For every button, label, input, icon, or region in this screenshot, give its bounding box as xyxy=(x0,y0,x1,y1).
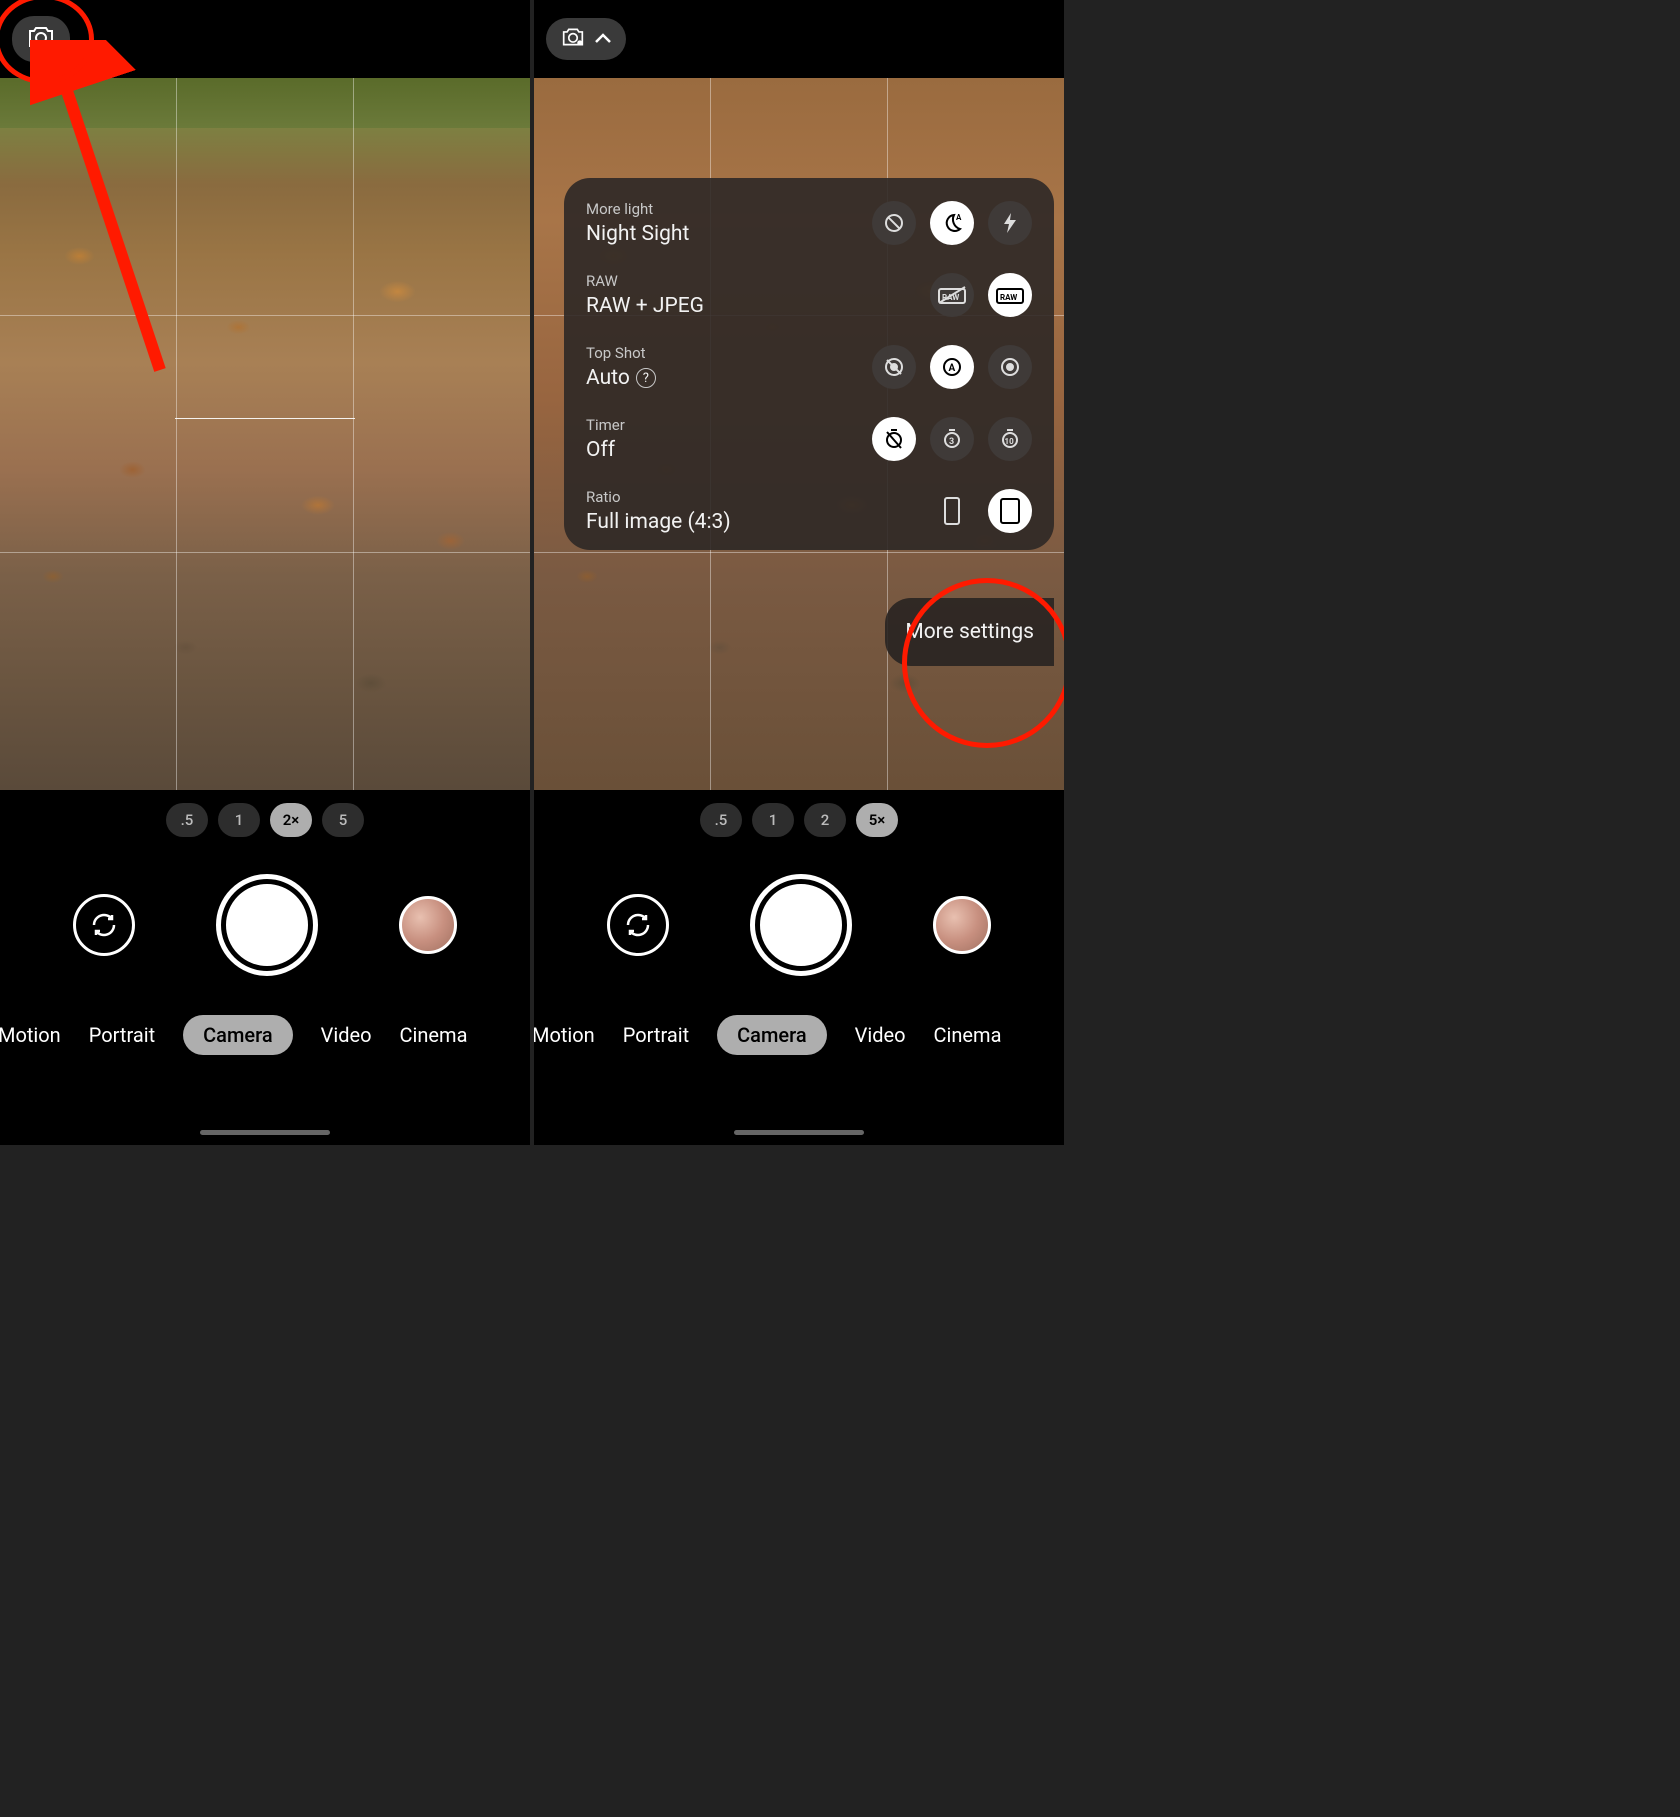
topshot-off-icon xyxy=(883,356,905,378)
zoom-chip-0-5x[interactable]: .5 xyxy=(166,803,208,837)
top-bar xyxy=(0,0,530,78)
zoom-chip-1x[interactable]: 1 xyxy=(218,803,260,837)
shutter-button[interactable] xyxy=(755,879,847,971)
phone-screenshot-left: .5 1 2× 5 Motion Portrait Camera Video C… xyxy=(0,0,530,1145)
camera-settings-button[interactable] xyxy=(12,16,70,62)
mode-video[interactable]: Video xyxy=(855,1023,906,1047)
mode-selector[interactable]: Motion Portrait Camera Video Cinema xyxy=(534,1000,1064,1070)
ratio-full[interactable] xyxy=(988,489,1032,533)
topshot-off[interactable] xyxy=(872,345,916,389)
flip-icon xyxy=(88,909,120,941)
prohibit-icon xyxy=(883,212,905,234)
chevron-up-icon xyxy=(594,30,612,49)
shutter-controls xyxy=(0,850,530,1000)
setting-value: Off xyxy=(586,438,872,462)
zoom-chip-1x[interactable]: 1 xyxy=(752,803,794,837)
raw-off[interactable]: RAW xyxy=(930,273,974,317)
mode-video[interactable]: Video xyxy=(321,1023,372,1047)
top-bar xyxy=(534,0,1064,78)
setting-title: More light xyxy=(586,200,872,218)
zoom-chip-2x[interactable]: 2 xyxy=(804,803,846,837)
svg-text:A: A xyxy=(949,363,956,374)
raw-on[interactable]: RAW xyxy=(988,273,1032,317)
level-indicator xyxy=(175,418,355,419)
setting-title: Ratio xyxy=(586,488,930,506)
mode-portrait[interactable]: Portrait xyxy=(89,1023,155,1047)
mode-cinema[interactable]: Cinema xyxy=(934,1023,1002,1047)
moon-auto-icon: A xyxy=(940,211,964,235)
ratio-wide-icon xyxy=(944,497,960,525)
timer-10s[interactable]: 10 xyxy=(988,417,1032,461)
more-settings-button[interactable]: More settings xyxy=(885,598,1054,666)
quick-settings-panel: More light Night Sight A xyxy=(564,178,1054,550)
svg-text:A: A xyxy=(956,213,962,222)
topshot-on[interactable] xyxy=(988,345,1032,389)
camera-settings-button-expanded[interactable] xyxy=(546,18,626,60)
phone-screenshot-right: More light Night Sight A xyxy=(534,0,1064,1145)
mode-portrait[interactable]: Portrait xyxy=(623,1023,689,1047)
night-sight-auto[interactable]: A xyxy=(930,201,974,245)
flash-on[interactable] xyxy=(988,201,1032,245)
camera-gear-icon xyxy=(26,24,56,54)
ratio-wide[interactable] xyxy=(930,489,974,533)
night-sight-off[interactable] xyxy=(872,201,916,245)
ratio-full-icon xyxy=(1000,498,1020,524)
flash-icon xyxy=(1001,212,1019,234)
zoom-selector: .5 1 2× 5 xyxy=(0,790,530,850)
setting-value: Night Sight xyxy=(586,222,872,246)
setting-title: RAW xyxy=(586,272,930,290)
shutter-controls xyxy=(534,850,1064,1000)
setting-ratio: Ratio Full image (4:3) xyxy=(586,488,1032,534)
mode-motion[interactable]: Motion xyxy=(534,1023,595,1047)
setting-timer: Timer Off 3 10 xyxy=(586,416,1032,462)
topshot-auto[interactable]: A xyxy=(930,345,974,389)
svg-text:RAW: RAW xyxy=(1000,293,1017,302)
raw-off-icon: RAW xyxy=(937,285,967,305)
setting-raw: RAW RAW + JPEG RAW RAW xyxy=(586,272,1032,318)
setting-title: Timer xyxy=(586,416,872,434)
timer-3-icon: 3 xyxy=(941,428,963,450)
svg-text:10: 10 xyxy=(1005,437,1015,446)
setting-value: RAW + JPEG xyxy=(586,294,930,318)
setting-value: Auto ? xyxy=(586,366,872,390)
flip-camera-button[interactable] xyxy=(73,894,135,956)
zoom-selector: .5 1 2 5× xyxy=(534,790,1064,850)
mode-cinema[interactable]: Cinema xyxy=(400,1023,468,1047)
shutter-button[interactable] xyxy=(221,879,313,971)
mode-camera[interactable]: Camera xyxy=(183,1015,292,1055)
raw-on-icon: RAW xyxy=(995,285,1025,305)
timer-10-icon: 10 xyxy=(999,428,1021,450)
topshot-on-icon xyxy=(999,356,1021,378)
zoom-chip-5x[interactable]: 5× xyxy=(856,803,898,837)
camera-viewfinder[interactable]: More light Night Sight A xyxy=(534,78,1064,790)
timer-off-icon xyxy=(883,428,905,450)
mode-motion[interactable]: Motion xyxy=(0,1023,61,1047)
setting-title: Top Shot xyxy=(586,344,872,362)
setting-value: Full image (4:3) xyxy=(586,510,930,534)
help-icon[interactable]: ? xyxy=(636,368,656,388)
topshot-auto-icon: A xyxy=(941,356,963,378)
zoom-chip-0-5x[interactable]: .5 xyxy=(700,803,742,837)
zoom-chip-5x[interactable]: 5 xyxy=(322,803,364,837)
last-photo-thumbnail[interactable] xyxy=(933,896,991,954)
camera-gear-icon xyxy=(560,26,586,52)
timer-3s[interactable]: 3 xyxy=(930,417,974,461)
mode-camera[interactable]: Camera xyxy=(717,1015,826,1055)
nav-pill[interactable] xyxy=(734,1130,864,1135)
timer-off[interactable] xyxy=(872,417,916,461)
nav-pill[interactable] xyxy=(200,1130,330,1135)
setting-top-shot: Top Shot Auto ? A xyxy=(586,344,1032,390)
flip-camera-button[interactable] xyxy=(607,894,669,956)
zoom-chip-2x[interactable]: 2× xyxy=(270,803,312,837)
mode-selector[interactable]: Motion Portrait Camera Video Cinema xyxy=(0,1000,530,1070)
setting-more-light: More light Night Sight A xyxy=(586,200,1032,246)
camera-viewfinder[interactable] xyxy=(0,78,530,790)
flip-icon xyxy=(622,909,654,941)
svg-text:3: 3 xyxy=(949,437,954,447)
last-photo-thumbnail[interactable] xyxy=(399,896,457,954)
